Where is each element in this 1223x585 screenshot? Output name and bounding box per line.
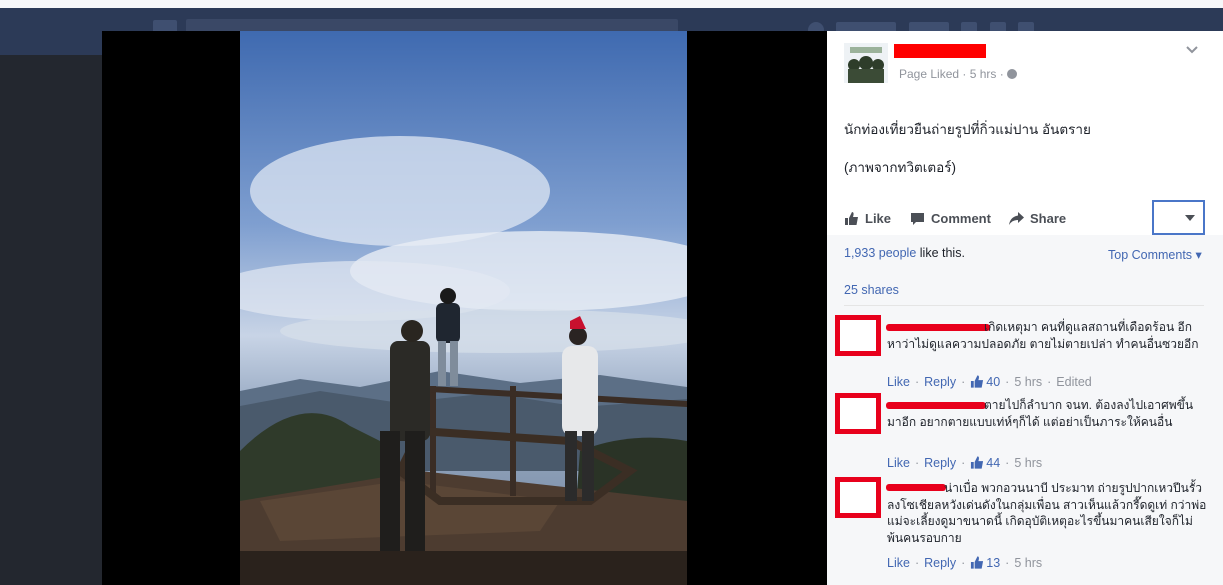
- dot-separator: ·: [1005, 456, 1010, 470]
- page-avatar-image: [844, 43, 888, 83]
- photo-theater: [102, 31, 827, 585]
- comment-like-count[interactable]: 44: [986, 456, 1000, 470]
- comment-avatar-redaction[interactable]: [835, 315, 881, 356]
- dot-separator: ·: [914, 456, 920, 470]
- browser-strip: [0, 0, 1223, 8]
- dot-separator: ·: [961, 375, 966, 389]
- dot-separator: ·: [914, 375, 920, 389]
- comment-timestamp[interactable]: 5 hrs: [1014, 456, 1042, 470]
- comment-text: เกิดเหตุมา คนที่ดูแลสถานที่เดือดร้อน อีก…: [887, 320, 1199, 351]
- dot-separator: ·: [961, 456, 966, 470]
- comment-footer: Like · Reply · 13 · 5 hrs: [887, 556, 1042, 570]
- reaction-dropdown[interactable]: [1152, 200, 1205, 235]
- thumbs-up-icon: [971, 375, 984, 388]
- author-name-redaction[interactable]: [894, 44, 986, 58]
- share-button[interactable]: Share: [1009, 211, 1066, 226]
- comment-bubble-icon: [911, 213, 924, 225]
- comment-reply-link[interactable]: Reply: [924, 556, 956, 570]
- post-photo[interactable]: [240, 31, 687, 585]
- caret-down-icon: [1185, 215, 1195, 221]
- comment-timestamp[interactable]: 5 hrs: [1014, 375, 1042, 389]
- dot-separator: ·: [1047, 375, 1052, 389]
- comment-like-count[interactable]: 40: [986, 375, 1000, 389]
- ufi-section: 1,933 people like this. Top Comments ▾ 2…: [827, 235, 1223, 585]
- post-meta: Page Liked · 5 hrs ·: [899, 67, 1017, 81]
- post-meta-text: Page Liked · 5 hrs ·: [899, 67, 1004, 81]
- share-button-label: Share: [1030, 211, 1067, 226]
- like-button-label: Like: [865, 211, 892, 226]
- thumbs-up-icon: [971, 456, 984, 469]
- like-button[interactable]: Like: [844, 211, 891, 226]
- post-text-line1: นักท่องเที่ยวยืนถ่ายรูปที่กิ่วแม่ปาน อัน…: [844, 122, 1091, 137]
- photo-image: [240, 31, 687, 585]
- comment-reply-link[interactable]: Reply: [924, 456, 956, 470]
- dot-separator: ·: [1005, 556, 1010, 570]
- comment-footer: Like · Reply · 40 · 5 hrs · Edited: [887, 375, 1092, 389]
- dimmed-background: [0, 55, 102, 585]
- post-message: นักท่องเที่ยวยืนถ่ายรูปที่กิ่วแม่ปาน อัน…: [844, 121, 1204, 197]
- shares-link[interactable]: 25 shares: [844, 283, 1204, 306]
- comment-like-link[interactable]: Like: [887, 556, 910, 570]
- comment-avatar-redaction[interactable]: [835, 477, 881, 518]
- post-actions: Like Comment Share: [827, 200, 1223, 237]
- dot-separator: ·: [1005, 375, 1010, 389]
- comment-like-link[interactable]: Like: [887, 375, 910, 389]
- comment-text: น่าเบื่อ พวกอวนนาบี ประมาท ถ่ายรูปปากเหว…: [887, 481, 1207, 545]
- post-side-panel: Page Liked · 5 hrs · นักท่องเที่ยวยืนถ่า…: [827, 31, 1223, 585]
- comment-footer: Like · Reply · 44 · 5 hrs: [887, 456, 1042, 470]
- comment-edited-label[interactable]: Edited: [1056, 375, 1091, 389]
- page-avatar[interactable]: [844, 43, 888, 83]
- share-arrow-icon: [1009, 212, 1024, 225]
- globe-icon: [1006, 69, 1017, 79]
- comment-button-label: Comment: [931, 211, 991, 226]
- comment-timestamp[interactable]: 5 hrs: [1014, 556, 1042, 570]
- thumbs-up-icon: [971, 556, 984, 569]
- comment-reply-link[interactable]: Reply: [924, 375, 956, 389]
- top-comments-dropdown[interactable]: Top Comments ▾: [1108, 247, 1202, 262]
- comment-text: ตายไปก็ลำบาก จนท. ต้องลงไปเอาศพขึ้นมาอีก…: [887, 398, 1194, 429]
- dot-separator: ·: [961, 556, 966, 570]
- comment-like-link[interactable]: Like: [887, 456, 910, 470]
- comment-button[interactable]: Comment: [910, 211, 991, 226]
- thumbs-up-icon: [845, 212, 858, 225]
- comment-avatar-redaction[interactable]: [835, 393, 881, 434]
- likes-summary: 1,933 people like this.: [844, 246, 965, 260]
- dot-separator: ·: [914, 556, 920, 570]
- likes-count-link[interactable]: 1,933 people: [844, 246, 916, 260]
- chevron-down-icon[interactable]: [1185, 43, 1199, 57]
- likes-suffix: like this.: [916, 246, 965, 260]
- post-text-line2: (ภาพจากทวิตเตอร์): [844, 160, 957, 175]
- comment-like-count[interactable]: 13: [986, 556, 1000, 570]
